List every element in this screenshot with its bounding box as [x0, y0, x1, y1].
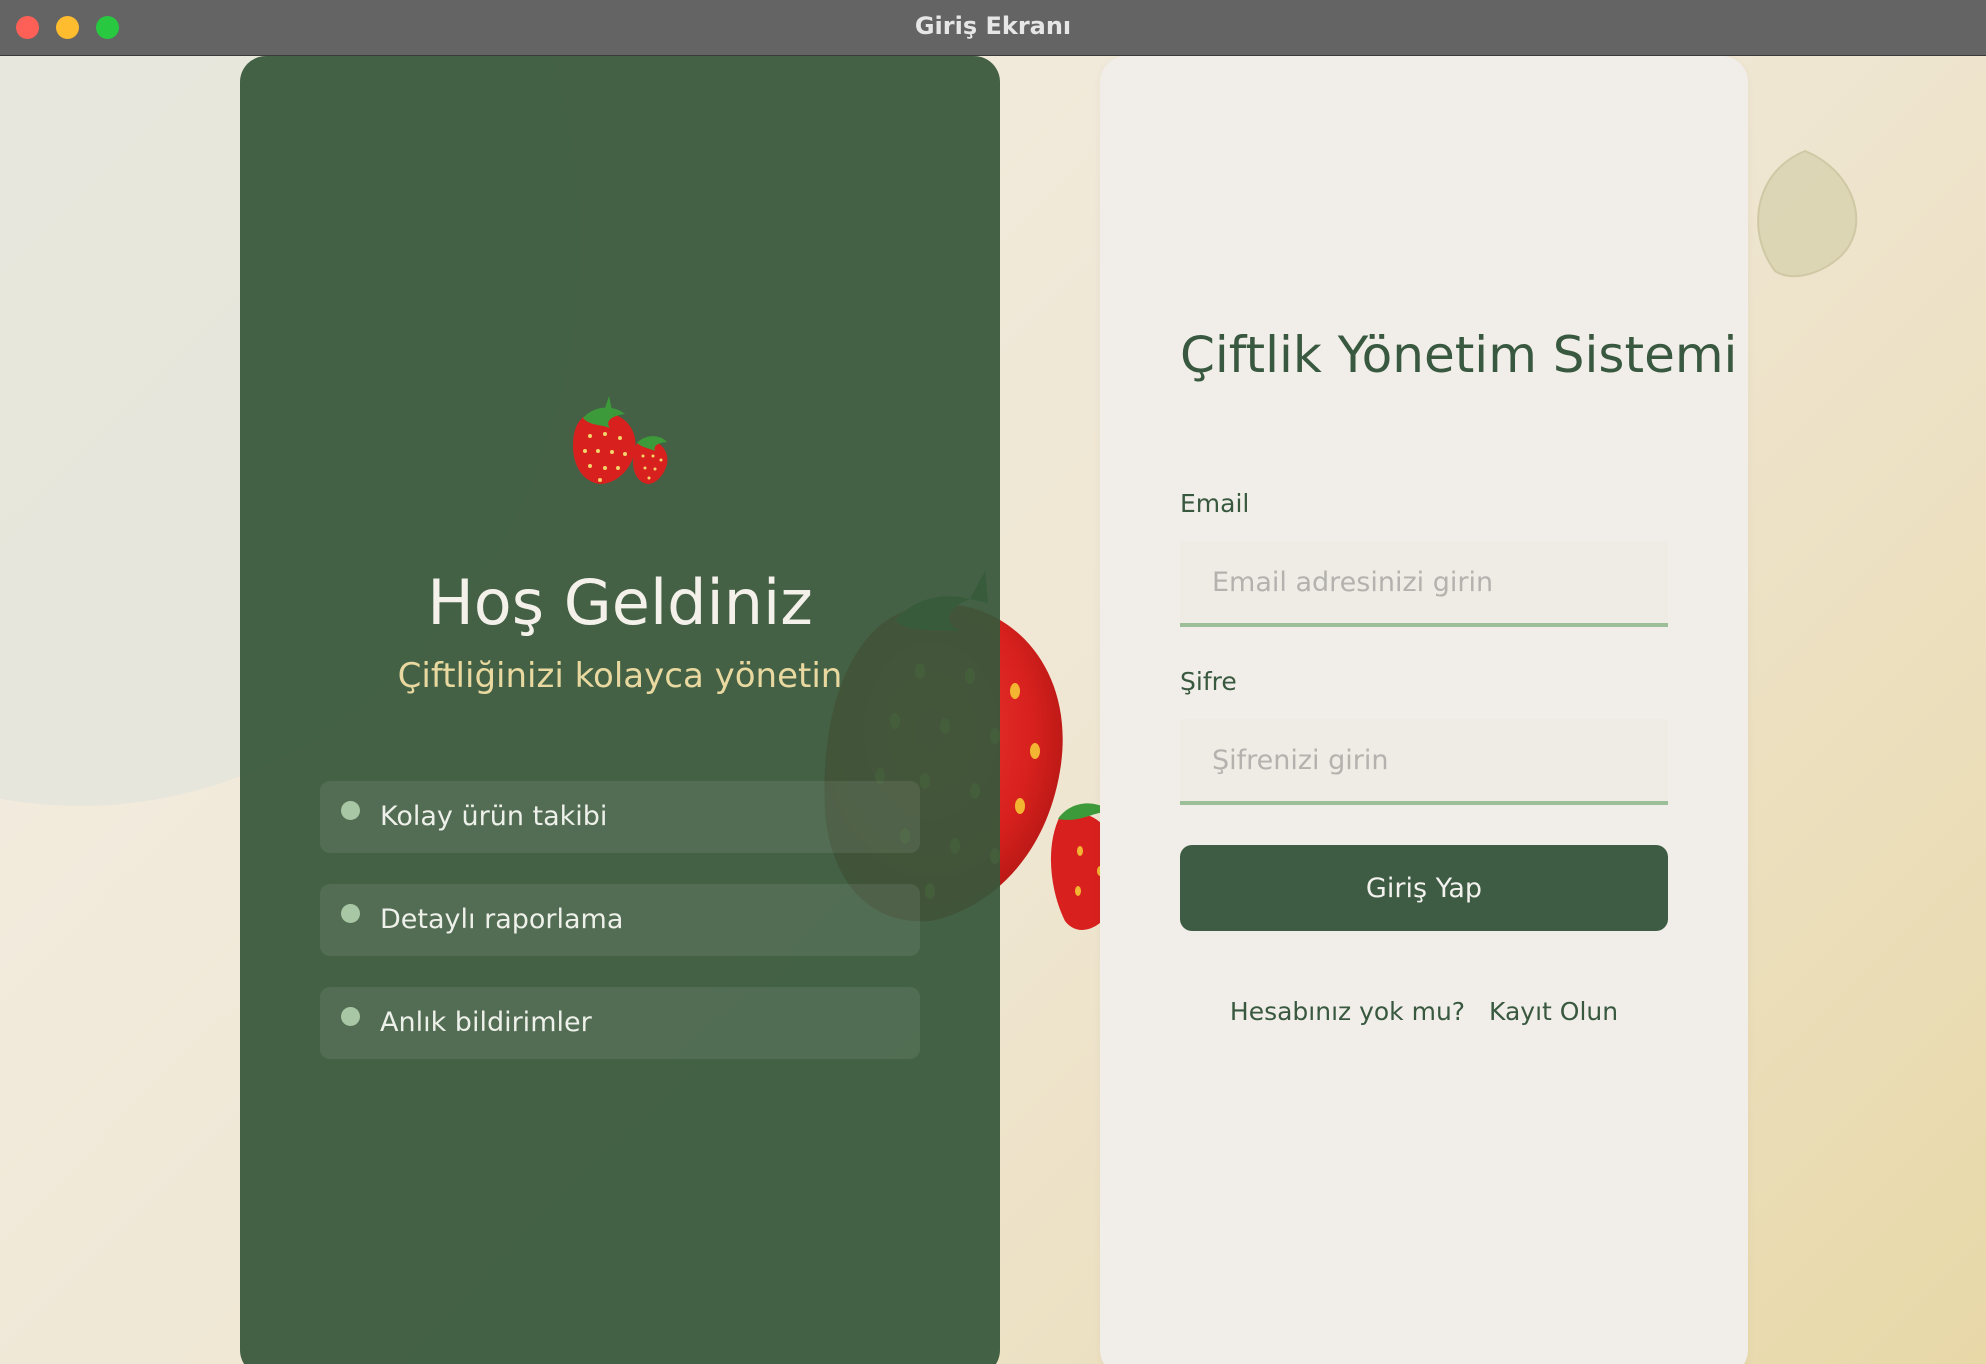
welcome-subtitle: Çiftliğinizi kolayca yönetin: [397, 656, 843, 696]
feature-label: Anlık bildirimler: [380, 1007, 592, 1038]
email-field[interactable]: [1180, 541, 1668, 627]
signup-link[interactable]: Kayıt Olun: [1489, 997, 1618, 1026]
feature-label: Detaylı raporlama: [380, 904, 624, 935]
app-title: Çiftlik Yönetim Sistemi: [1180, 326, 1738, 384]
login-panel: Çiftlik Yönetim Sistemi Email Şifre Giri…: [1100, 56, 1748, 1364]
email-label: Email: [1180, 489, 1250, 518]
window-title: Giriş Ekranı: [914, 12, 1072, 40]
welcome-panel: Hoş Geldiniz Çiftliğinizi kolayca yöneti…: [240, 56, 1000, 1364]
password-label: Şifre: [1180, 667, 1237, 696]
feature-list: Kolay ürün takibi Detaylı raporlama Anlı…: [320, 781, 920, 1090]
welcome-title: Hoş Geldiniz: [427, 566, 813, 639]
feature-item: Kolay ürün takibi: [320, 781, 920, 853]
bullet-icon: [341, 904, 360, 923]
bullet-icon: [341, 1007, 360, 1026]
feature-item: Detaylı raporlama: [320, 884, 920, 956]
bullet-icon: [341, 801, 360, 820]
main-content: Hoş Geldiniz Çiftliğinizi kolayca yöneti…: [0, 56, 1986, 1364]
title-bar: Giriş Ekranı: [0, 0, 1986, 56]
signup-row: Hesabınız yok mu? Kayıt Olun: [1180, 997, 1668, 1026]
leaf-decoration-icon: [1757, 149, 1858, 278]
login-window: Giriş Ekranı Hoş Geldiniz Çiftliğinizi k…: [0, 0, 1986, 1364]
no-account-text: Hesabınız yok mu?: [1229, 997, 1466, 1026]
feature-item: Anlık bildirimler: [320, 987, 920, 1059]
feature-label: Kolay ürün takibi: [380, 801, 608, 832]
strawberries-icon: [240, 396, 1000, 491]
password-field[interactable]: [1180, 719, 1668, 805]
login-button[interactable]: Giriş Yap: [1180, 845, 1668, 931]
